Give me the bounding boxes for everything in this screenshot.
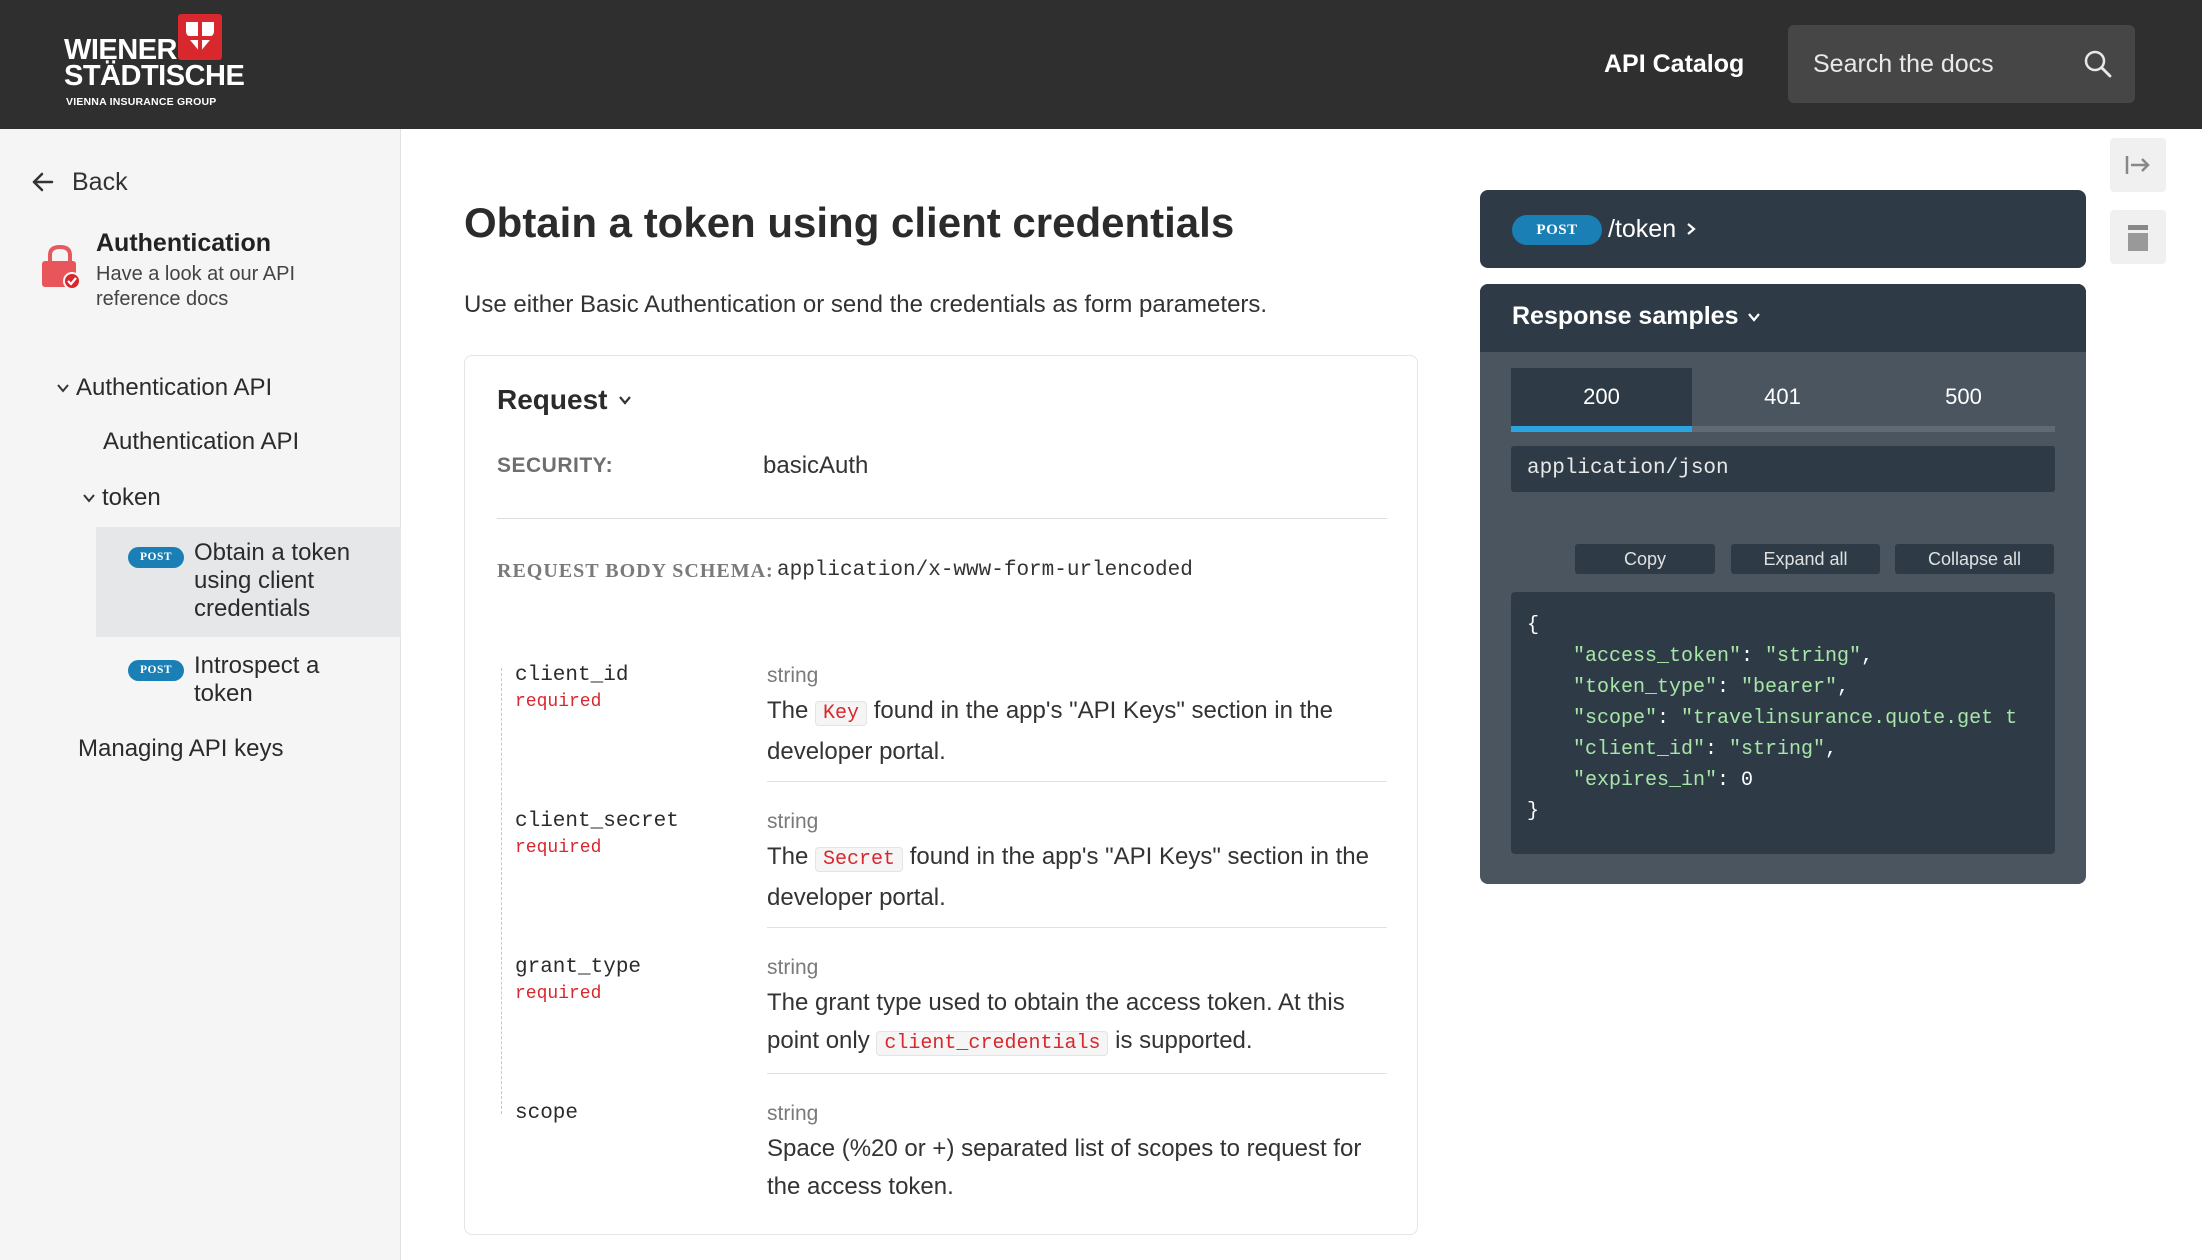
- collapse-panel-button[interactable]: [2110, 138, 2166, 192]
- arrow-right-bar-icon: [2125, 156, 2150, 174]
- security-label: SECURITY:: [497, 454, 614, 477]
- post-method-badge: POST: [128, 547, 184, 568]
- fields-rail: [501, 668, 502, 1114]
- company-logo[interactable]: WIENER STÄDTISCHE VIENNA INSURANCE GROUP: [64, 14, 245, 110]
- tab-500[interactable]: 500: [1873, 368, 2054, 426]
- field-name: grant_type: [515, 956, 642, 979]
- request-toggle[interactable]: Request: [497, 384, 633, 416]
- field-required: required: [515, 838, 602, 858]
- field-separator: [767, 1073, 1387, 1074]
- request-title: Request: [497, 384, 608, 415]
- field-required: required: [515, 984, 602, 1004]
- divider: [497, 518, 1387, 519]
- lock-icon: [42, 244, 80, 290]
- field-description: The grant type used to obtain the access…: [767, 989, 1345, 1056]
- sidebar-endpoint-introspect-token[interactable]: POST Introspect a token: [128, 652, 374, 708]
- field-type: string: [767, 1102, 819, 1125]
- field-type: string: [767, 664, 819, 687]
- field-type: string: [767, 956, 819, 979]
- back-label: Back: [72, 167, 128, 196]
- section-description: Have a look at our API reference docs: [96, 263, 296, 310]
- page-description: Use either Basic Authentication or send …: [464, 291, 1268, 318]
- sidebar-item-label: Authentication API: [76, 374, 273, 401]
- sidebar-item-label: Authentication API: [103, 428, 300, 455]
- section-title: Authentication: [96, 229, 271, 257]
- sidebar-item-authentication-api[interactable]: Authentication API: [103, 427, 299, 457]
- response-code-block: { "access_token": "string", "token_type"…: [1511, 592, 2055, 854]
- field-name: client_id: [515, 664, 629, 687]
- sidebar-endpoint-label: Obtain a token using client credentials: [194, 539, 351, 622]
- response-samples-title: Response samples: [1512, 302, 1761, 331]
- status-tabs: 200 401 500: [1511, 368, 2055, 432]
- code-line: "access_token": "string",: [1573, 645, 1874, 668]
- post-method-badge: POST: [1512, 215, 1602, 245]
- sidebar-item-authentication-api-group[interactable]: Authentication API: [56, 373, 272, 403]
- tab-401[interactable]: 401: [1692, 368, 1873, 426]
- field-description: The Key found in the app's "API Keys" se…: [767, 697, 1333, 765]
- post-method-badge: POST: [128, 660, 184, 681]
- code-line: "scope": "travelinsurance.quote.get t: [1573, 707, 2018, 730]
- field-description: Space (%20 or +) separated list of scope…: [767, 1135, 1362, 1200]
- field-required: required: [515, 692, 602, 712]
- back-link[interactable]: Back: [32, 165, 128, 199]
- inline-code: Secret: [815, 847, 904, 872]
- tab-active-indicator: [1511, 426, 1692, 432]
- expand-all-button[interactable]: Expand all: [1731, 544, 1880, 574]
- tab-200[interactable]: 200: [1511, 368, 1692, 426]
- code-line: "expires_in": 0: [1573, 769, 1754, 792]
- sidebar-item-managing-api-keys[interactable]: Managing API keys: [78, 734, 283, 764]
- request-card: Request SECURITY: basicAuth REQUEST BODY…: [464, 355, 1418, 1235]
- field-separator: [767, 781, 1387, 782]
- field-name: client_secret: [515, 810, 679, 833]
- code-open-brace: {: [1527, 614, 1540, 637]
- field-description: The Secret found in the app's "API Keys"…: [767, 843, 1369, 911]
- logo-text-line2: STÄDTISCHE: [64, 60, 245, 92]
- field-name: scope: [515, 1102, 579, 1125]
- chevron-down-icon: [83, 494, 95, 503]
- sidebar-item-label: Managing API keys: [78, 735, 284, 762]
- code-close-brace: }: [1527, 800, 1540, 823]
- copy-button[interactable]: Copy: [1575, 544, 1715, 574]
- collapse-all-button[interactable]: Collapse all: [1895, 544, 2054, 574]
- request-body-schema-value: application/x-www-form-urlencoded: [777, 559, 1193, 582]
- search-icon[interactable]: [2083, 49, 2113, 79]
- response-samples-panel: Response samples 200 401 500 application…: [1480, 284, 2086, 884]
- security-value: basicAuth: [763, 452, 869, 479]
- search-placeholder: Search the docs: [1813, 50, 1994, 78]
- response-samples-header[interactable]: Response samples: [1480, 284, 2086, 352]
- request-body-schema-label: REQUEST BODY SCHEMA:: [497, 560, 774, 582]
- nav-api-catalog[interactable]: API Catalog: [1604, 48, 1744, 80]
- document-view-button[interactable]: [2110, 210, 2166, 264]
- inline-code: Key: [815, 701, 868, 726]
- search-input[interactable]: Search the docs: [1788, 25, 2135, 103]
- chevron-down-icon: [57, 384, 69, 393]
- content-type-select[interactable]: application/json: [1511, 446, 2055, 492]
- endpoint-path: /token: [1608, 213, 1698, 245]
- page-title: Obtain a token using client credentials: [464, 199, 1235, 246]
- chevron-right-icon: [1687, 223, 1696, 235]
- field-type: string: [767, 810, 819, 833]
- sidebar: Back Authentication Have a look at our A…: [0, 129, 401, 1260]
- logo-subtitle: VIENNA INSURANCE GROUP: [66, 96, 217, 108]
- document-icon: [2128, 225, 2148, 251]
- field-separator: [767, 927, 1387, 928]
- top-header: WIENER STÄDTISCHE VIENNA INSURANCE GROUP…: [0, 0, 2202, 129]
- code-line: "token_type": "bearer",: [1573, 676, 1850, 699]
- sidebar-item-token[interactable]: token: [82, 483, 161, 513]
- arrow-left-icon: [32, 172, 54, 192]
- chevron-down-icon: [1747, 312, 1760, 322]
- endpoint-bar[interactable]: POST /token: [1480, 190, 2086, 268]
- logo-shield-icon: [178, 14, 222, 60]
- sidebar-endpoint-label: Introspect a token: [194, 652, 320, 707]
- chevron-down-icon: [619, 396, 632, 405]
- code-line: "client_id": "string",: [1573, 738, 1838, 761]
- sidebar-endpoint-obtain-token[interactable]: POST Obtain a token using client credent…: [128, 539, 374, 623]
- inline-code: client_credentials: [876, 1031, 1109, 1056]
- sidebar-item-label: token: [102, 484, 161, 511]
